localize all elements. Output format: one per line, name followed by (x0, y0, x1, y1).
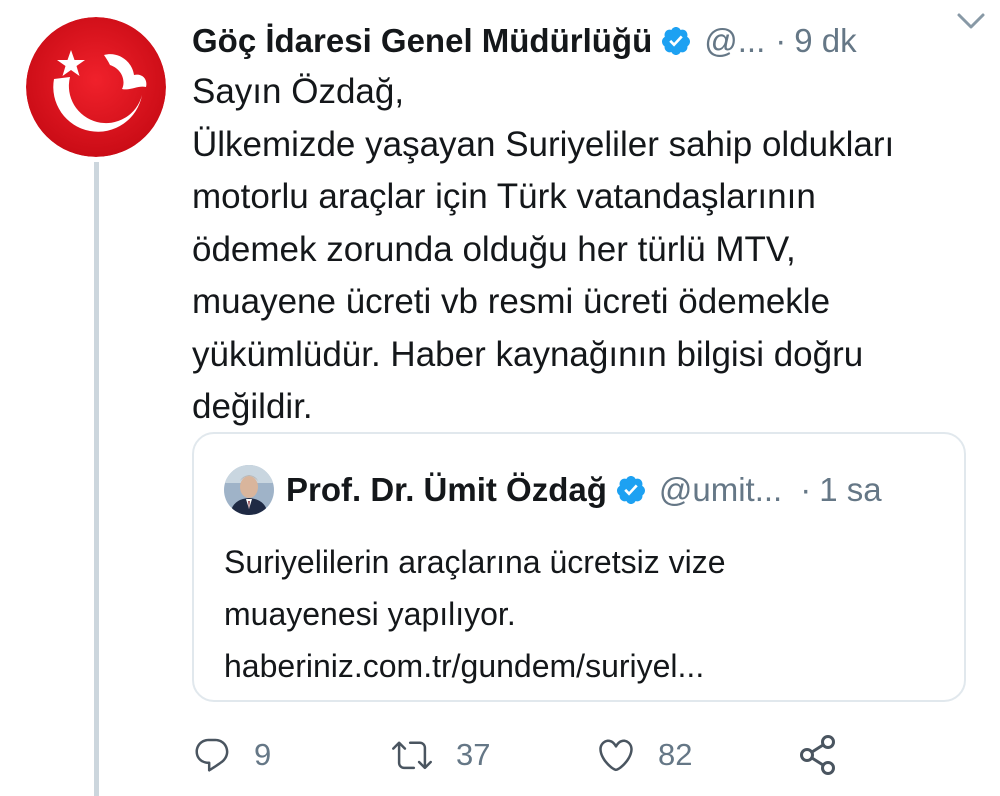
tweet-actions: 9 37 82 (192, 730, 852, 780)
quoted-author-handle: @umit... (658, 471, 783, 508)
retweet-button[interactable]: 37 (390, 730, 490, 780)
time-separator: · (800, 471, 812, 508)
tweet-text-line: Sayın Özdağ, (192, 72, 405, 111)
chevron-down-icon[interactable] (956, 10, 986, 32)
reply-count: 9 (254, 737, 272, 772)
heart-icon (599, 739, 633, 772)
reply-button[interactable]: 9 (192, 730, 271, 780)
crescent-star-logo-icon (26, 17, 166, 157)
quoted-author-avatar (224, 465, 274, 515)
tweet-timestamp[interactable]: 9 dk (794, 22, 856, 60)
share-icon (800, 735, 835, 775)
tweet-header: Göç İdaresi Genel Müdürlüğü @... · 9 dk (192, 16, 982, 66)
quoted-text-line: muayenesi yapılıyor. (224, 596, 516, 632)
tweet[interactable]: Göç İdaresi Genel Müdürlüğü @... · 9 dk … (0, 0, 1000, 796)
like-count: 82 (658, 737, 693, 772)
retweet-count: 37 (456, 737, 491, 772)
quoted-tweet-text: Suriyelilerin araçlarına ücretsiz vize m… (224, 536, 944, 692)
share-button[interactable] (798, 730, 840, 780)
author-handle[interactable]: @... (704, 22, 765, 60)
time-separator: · (775, 22, 787, 59)
author-avatar[interactable] (26, 17, 166, 157)
verified-badge-icon (662, 27, 691, 55)
tweet-text-line: değildir. (192, 387, 313, 426)
tweet-text-line: yükümlüdür. Haber kaynağının bilgisi doğ… (192, 334, 864, 374)
quoted-tweet-header: Prof. Dr. Ümit Özdağ @umit... · 1 sa (224, 462, 882, 518)
author-name[interactable]: Göç İdaresi Genel Müdürlüğü (192, 22, 652, 60)
reply-icon (195, 738, 229, 772)
quoted-author-name: Prof. Dr. Ümit Özdağ (286, 471, 607, 508)
person-avatar-icon (224, 465, 274, 515)
retweet-icon (392, 741, 432, 770)
thread-line (94, 162, 99, 796)
tweet-text: Sayın Özdağ, Ülkemizde yaşayan Suriyelil… (192, 66, 972, 434)
tweet-text-line: Ülkemizde yaşayan Suriyeliler sahip oldu… (192, 124, 895, 164)
quoted-tweet[interactable]: Prof. Dr. Ümit Özdağ @umit... · 1 sa Sur… (192, 432, 966, 702)
tweet-text-line: muayene ücreti vb resmi ücreti ödemekle (192, 282, 831, 321)
quoted-timestamp: 1 sa (819, 471, 882, 508)
quoted-text-line: Suriyelilerin araçlarına ücretsiz vize (224, 544, 726, 580)
like-button[interactable]: 82 (596, 730, 692, 780)
verified-badge-icon (616, 476, 645, 504)
tweet-text-line: motorlu araçlar için Türk vatandaşlarını… (192, 177, 816, 216)
quoted-link[interactable]: haberiniz.com.tr/gundem/suriyel... (224, 640, 944, 692)
tweet-text-line: ödemek zorunda olduğu her türlü MTV, (192, 229, 796, 269)
